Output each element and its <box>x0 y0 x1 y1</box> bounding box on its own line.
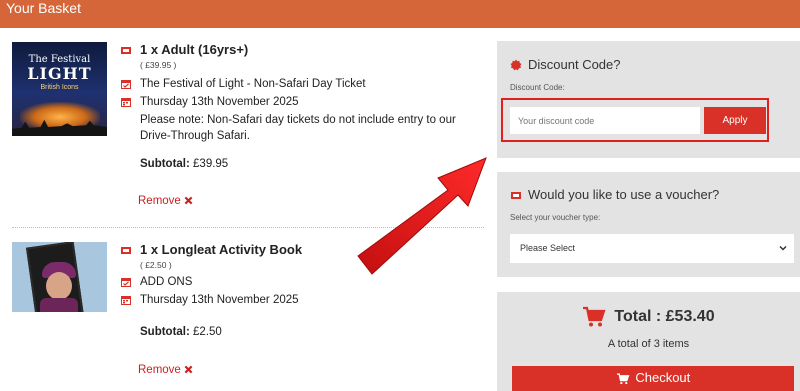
checkout-button[interactable]: Checkout <box>512 366 794 391</box>
apply-button[interactable]: Apply <box>704 107 766 134</box>
item-product-row: The Festival of Light - Non-Safari Day T… <box>120 76 480 92</box>
activity-book-thumbnail <box>12 242 107 312</box>
festival-of-light-thumbnail: The Festival LIGHT British Icons <box>12 42 107 136</box>
item-date: Thursday 13th November 2025 <box>140 294 299 306</box>
calendar-icon <box>121 296 131 305</box>
ticket-icon <box>121 247 131 254</box>
item-details: 1 x Longleat Activity Book ( £2.50 ) ADD… <box>120 242 480 340</box>
item-name-row: 1 x Adult (16yrs+) <box>120 42 480 58</box>
item-price: ( £39.95 ) <box>140 60 177 70</box>
subtotal-value: £2.50 <box>193 326 222 338</box>
remove-item-button[interactable]: Remove <box>138 195 193 207</box>
discount-title: Discount Code? <box>528 57 621 72</box>
item-product-row: ADD ONS <box>120 274 480 290</box>
thumbnail-face <box>46 272 72 300</box>
calendar-check-icon <box>121 80 131 89</box>
remove-item-button[interactable]: Remove <box>138 364 193 376</box>
badge-icon <box>510 59 522 71</box>
item-divider <box>12 227 484 228</box>
item-date-row: Thursday 13th November 2025 <box>120 292 480 308</box>
discount-code-input[interactable] <box>510 107 700 134</box>
item-date: Thursday 13th November 2025 <box>140 96 299 108</box>
item-details: 1 x Adult (16yrs+) ( £39.95 ) The Festiv… <box>120 42 480 172</box>
remove-label: Remove <box>138 364 181 376</box>
shopping-cart-icon <box>583 306 606 327</box>
item-subtotal: Subtotal: £2.50 <box>120 324 480 340</box>
order-total: Total : £53.40 <box>614 308 715 325</box>
thumbnail-title-line: LIGHT <box>27 64 92 83</box>
item-note: Please note: Non-Safari day tickets do n… <box>140 114 456 142</box>
voucher-label: Select your voucher type: <box>510 213 601 222</box>
order-summary-panel: Total : £53.40 A total of 3 items Checko… <box>497 292 800 391</box>
basket-item: The Festival LIGHT British Icons 1 x Adu… <box>12 42 484 226</box>
voucher-type-select[interactable]: Please Select <box>510 234 794 263</box>
checkout-label: Checkout <box>635 370 691 385</box>
discount-title-row: Discount Code? <box>510 57 621 73</box>
close-icon <box>184 365 193 374</box>
chevron-down-icon <box>779 245 787 251</box>
calendar-check-icon <box>121 278 131 287</box>
close-icon <box>184 196 193 205</box>
remove-label: Remove <box>138 195 181 207</box>
item-price: ( £2.50 ) <box>140 260 172 270</box>
thumbnail-scarf <box>40 298 78 312</box>
subtotal-label: Subtotal: <box>140 326 190 338</box>
subtotal-label: Subtotal: <box>140 158 190 170</box>
basket-header: Your Basket <box>0 0 800 28</box>
item-product: The Festival of Light - Non-Safari Day T… <box>140 78 366 90</box>
shopping-cart-icon <box>616 372 630 384</box>
item-count: A total of 3 items <box>607 338 690 350</box>
basket-item: 1 x Longleat Activity Book ( £2.50 ) ADD… <box>12 242 484 391</box>
discount-panel: Discount Code? Discount Code: Apply <box>497 41 800 158</box>
calendar-icon <box>121 98 131 107</box>
item-product: ADD ONS <box>140 276 193 288</box>
voucher-title-row: Would you like to use a voucher? <box>510 187 719 203</box>
ticket-icon <box>511 192 521 199</box>
ticket-icon <box>121 47 131 54</box>
total-row: Total : £53.40 <box>497 306 800 333</box>
item-name: 1 x Longleat Activity Book <box>140 242 303 257</box>
item-name-row: 1 x Longleat Activity Book <box>120 242 480 258</box>
basket-title: Your Basket <box>6 0 81 16</box>
voucher-panel: Would you like to use a voucher? Select … <box>497 172 800 277</box>
thumbnail-subtitle: British Icons <box>40 84 79 91</box>
discount-label: Discount Code: <box>510 83 565 92</box>
subtotal-value: £39.95 <box>193 158 229 170</box>
item-date-row: Thursday 13th November 2025 <box>120 94 480 110</box>
item-subtotal: Subtotal: £39.95 <box>120 156 480 172</box>
voucher-title: Would you like to use a voucher? <box>528 187 720 202</box>
item-name: 1 x Adult (16yrs+) <box>140 42 249 57</box>
voucher-selected-value: Please Select <box>520 243 576 253</box>
